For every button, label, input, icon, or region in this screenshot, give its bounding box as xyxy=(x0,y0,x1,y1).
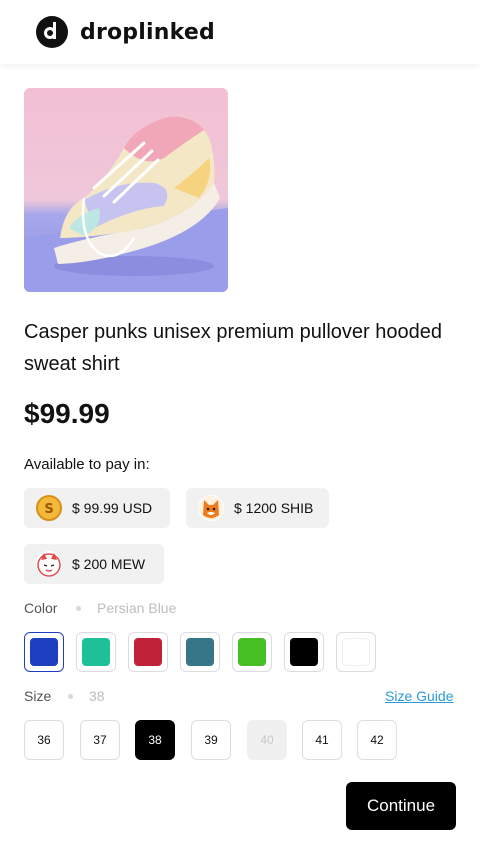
pay-option-label: $ 99.99 USD xyxy=(72,500,153,516)
size-option-41[interactable]: 41 xyxy=(302,720,342,760)
size-option-38[interactable]: 38 xyxy=(135,720,175,760)
size-option-42[interactable]: 42 xyxy=(357,720,397,760)
pay-option-usd[interactable]: S $ 99.99 USD xyxy=(24,488,170,528)
dollar-coin-icon: S xyxy=(36,495,62,521)
product-title: Casper punks unisex premium pullover hoo… xyxy=(24,321,443,375)
size-option-40: 40 xyxy=(247,720,287,760)
product-price: $99.99 xyxy=(24,398,110,429)
color-swatch-green[interactable] xyxy=(232,632,272,672)
color-swatch-green-teal[interactable] xyxy=(76,632,116,672)
pay-option-label: $ 1200 SHIB xyxy=(234,500,314,516)
size-guide-link[interactable]: Size Guide xyxy=(385,688,453,704)
size-option-37[interactable]: 37 xyxy=(80,720,120,760)
color-label: Color xyxy=(24,600,58,616)
separator-dot xyxy=(76,606,81,611)
payment-label: Available to pay in: xyxy=(24,456,150,473)
pay-option-mew[interactable]: $ 200 MEW xyxy=(24,544,164,584)
brand-name[interactable]: droplinked xyxy=(80,20,215,45)
size-option-36[interactable]: 36 xyxy=(24,720,64,760)
droplinked-logo-icon[interactable] xyxy=(36,16,68,48)
selected-size-value: 38 xyxy=(89,688,105,704)
shiba-token-icon xyxy=(198,495,224,521)
color-swatch-white[interactable] xyxy=(336,632,376,672)
color-swatch-red[interactable] xyxy=(128,632,168,672)
mew-cat-token-icon xyxy=(36,551,62,577)
selected-color-name: Persian Blue xyxy=(97,600,177,616)
svg-text:S: S xyxy=(44,502,53,516)
size-option-39[interactable]: 39 xyxy=(191,720,231,760)
size-label: Size xyxy=(24,688,52,704)
pay-option-label: $ 200 MEW xyxy=(72,556,146,572)
top-bar: droplinked xyxy=(0,0,480,64)
separator-dot xyxy=(68,694,73,699)
pay-option-shib[interactable]: $ 1200 SHIB xyxy=(186,488,329,528)
color-swatch-black[interactable] xyxy=(284,632,324,672)
color-swatch-persian-blue[interactable] xyxy=(24,632,64,672)
product-image xyxy=(24,88,228,292)
continue-button[interactable]: Continue xyxy=(346,782,456,830)
color-swatch-teal[interactable] xyxy=(180,632,220,672)
